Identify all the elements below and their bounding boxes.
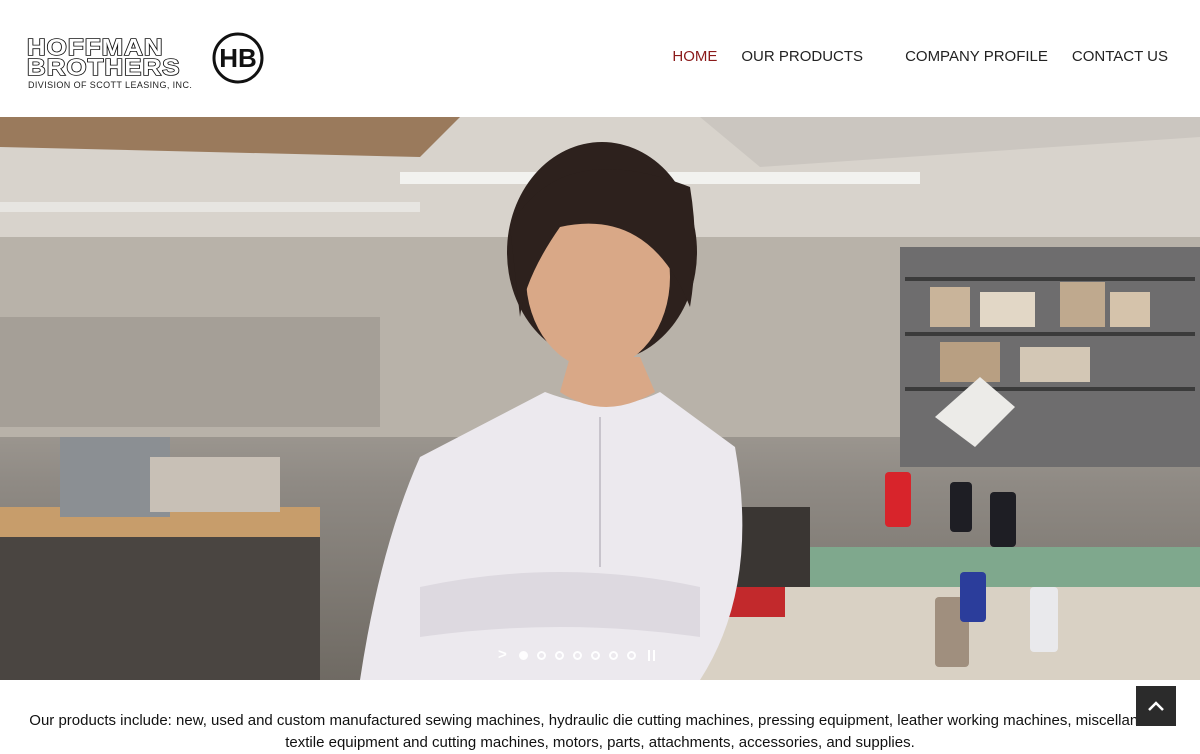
chevron-up-icon [1148,701,1164,711]
slide-dot-4[interactable] [572,650,582,660]
back-to-top-button[interactable] [1136,686,1176,726]
nav-home[interactable]: HOME [672,48,717,65]
nav-our-products[interactable]: OUR PRODUCTS [741,48,863,65]
logo-tagline: DIVISION OF SCOTT LEASING, INC. [28,80,193,90]
intro-line-2: textile equipment and cutting machines, … [285,734,915,751]
pause-icon[interactable] [647,649,658,661]
slide-dot-2[interactable] [536,650,546,660]
logo-name-line2: BROTHERS [26,54,181,80]
slide-dot-7[interactable] [626,650,636,660]
nav-company-profile[interactable]: COMPANY PROFILE [905,48,1048,65]
svg-text:HB: HB [219,43,257,73]
main-nav: HOME OUR PRODUCTS COMPANY PROFILE CONTAC… [672,48,1168,65]
nav-contact-us[interactable]: CONTACT US [1072,48,1168,65]
slide-dot-6[interactable] [608,650,618,660]
logo[interactable]: HOFFMAN BROTHERS DIVISION OF SCOTT LEASI… [26,32,267,94]
hero-slider[interactable]: > [0,117,1200,680]
intro-line-1: Our products include: new, used and cust… [29,712,1171,729]
site-header: HOFFMAN BROTHERS DIVISION OF SCOTT LEASI… [0,0,1200,117]
slider-next-icon[interactable]: > [498,647,507,663]
slide-dot-1[interactable] [518,650,528,660]
hero-image [0,117,1200,680]
slide-dot-5[interactable] [590,650,600,660]
slide-dot-3[interactable] [554,650,564,660]
hb-monogram-icon: HB [212,32,264,84]
intro-text: Our products include: new, used and cust… [0,710,1200,754]
slider-controls: > [498,647,658,663]
